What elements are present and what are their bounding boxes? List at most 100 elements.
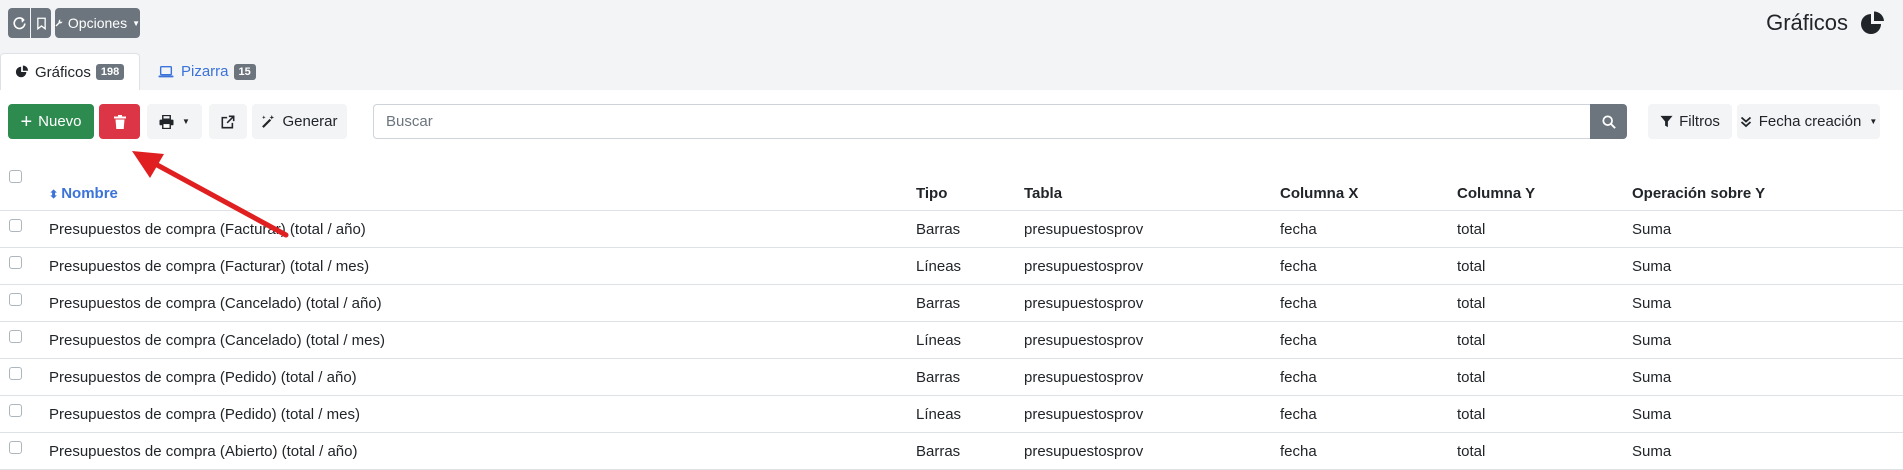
table-row[interactable]: Presupuestos de compra (Facturar) (total… bbox=[0, 210, 1903, 248]
tab-label: Gráficos bbox=[35, 63, 91, 81]
plus-icon: + bbox=[20, 110, 33, 133]
row-checkbox[interactable] bbox=[9, 256, 22, 269]
caret-down-icon: ▼ bbox=[132, 18, 140, 28]
caret-down-icon: ▼ bbox=[1869, 117, 1878, 126]
sort-icon: ⬍ bbox=[49, 189, 59, 201]
column-header-columna-x[interactable]: Columna X bbox=[1280, 162, 1457, 211]
cell-tipo: Barras bbox=[916, 210, 1024, 248]
sort-nombre-link[interactable]: ⬍ Nombre bbox=[49, 185, 118, 202]
cell-columna-y: total bbox=[1457, 432, 1632, 470]
charts-table: ⬍ Nombre Tipo Tabla Columna X Columna Y O… bbox=[0, 162, 1903, 470]
tab-count-badge: 198 bbox=[95, 64, 125, 80]
tab-pizarra[interactable]: Pizarra 15 bbox=[158, 53, 256, 90]
row-select-cell bbox=[0, 284, 49, 322]
cell-tipo: Líneas bbox=[916, 247, 1024, 285]
cell-nombre[interactable]: Presupuestos de compra (Cancelado) (tota… bbox=[49, 284, 916, 322]
table-row[interactable]: Presupuestos de compra (Abierto) (total … bbox=[0, 432, 1903, 470]
cell-operacion: Suma bbox=[1632, 358, 1903, 396]
cell-nombre[interactable]: Presupuestos de compra (Pedido) (total /… bbox=[49, 395, 916, 433]
cell-nombre[interactable]: Presupuestos de compra (Pedido) (total /… bbox=[49, 358, 916, 396]
cell-tabla: presupuestosprov bbox=[1024, 210, 1280, 248]
bookmark-button[interactable] bbox=[31, 8, 51, 38]
wrench-icon bbox=[55, 19, 63, 27]
column-label: Nombre bbox=[61, 185, 118, 202]
reload-button[interactable] bbox=[8, 8, 30, 38]
row-select-cell bbox=[0, 358, 49, 396]
search-button[interactable] bbox=[1590, 104, 1627, 139]
new-button[interactable]: + Nuevo bbox=[8, 104, 94, 139]
cell-tabla: presupuestosprov bbox=[1024, 432, 1280, 470]
top-bar bbox=[0, 0, 1903, 90]
select-all-checkbox[interactable] bbox=[9, 170, 22, 183]
search-input[interactable] bbox=[373, 104, 1590, 139]
row-select-cell bbox=[0, 210, 49, 248]
table-row[interactable]: Presupuestos de compra (Cancelado) (tota… bbox=[0, 284, 1903, 322]
cell-tabla: presupuestosprov bbox=[1024, 247, 1280, 285]
cell-tipo: Líneas bbox=[916, 395, 1024, 433]
column-header-tipo[interactable]: Tipo bbox=[916, 162, 1024, 211]
row-checkbox[interactable] bbox=[9, 293, 22, 306]
tab-graficos[interactable]: Gráficos 198 bbox=[0, 53, 140, 90]
pie-chart-icon bbox=[1861, 11, 1884, 34]
column-header-tabla[interactable]: Tabla bbox=[1024, 162, 1280, 211]
cell-columna-x: fecha bbox=[1280, 358, 1457, 396]
row-checkbox[interactable] bbox=[9, 219, 22, 232]
row-select-cell bbox=[0, 247, 49, 285]
cell-tipo: Barras bbox=[916, 432, 1024, 470]
filters-button[interactable]: Filtros bbox=[1648, 104, 1732, 139]
options-dropdown-button[interactable]: Opciones ▼ bbox=[55, 8, 140, 38]
sort-label: Fecha creación bbox=[1758, 113, 1862, 130]
cell-columna-x: fecha bbox=[1280, 395, 1457, 433]
cell-nombre[interactable]: Presupuestos de compra (Facturar) (total… bbox=[49, 210, 916, 248]
cell-columna-x: fecha bbox=[1280, 210, 1457, 248]
row-checkbox[interactable] bbox=[9, 330, 22, 343]
column-header-operacion[interactable]: Operación sobre Y bbox=[1632, 162, 1903, 211]
cell-columna-x: fecha bbox=[1280, 432, 1457, 470]
sort-dropdown-button[interactable]: Fecha creación ▼ bbox=[1737, 104, 1880, 139]
filter-icon bbox=[1660, 115, 1673, 128]
options-label: Opciones bbox=[67, 15, 128, 31]
pie-chart-icon bbox=[15, 65, 29, 78]
table-row[interactable]: Presupuestos de compra (Pedido) (total /… bbox=[0, 358, 1903, 396]
reload-icon bbox=[12, 16, 26, 29]
cell-tipo: Líneas bbox=[916, 321, 1024, 359]
table-row[interactable]: Presupuestos de compra (Facturar) (total… bbox=[0, 247, 1903, 285]
cell-tabla: presupuestosprov bbox=[1024, 395, 1280, 433]
page-title: Gráficos bbox=[1766, 10, 1848, 35]
column-header-columna-y[interactable]: Columna Y bbox=[1457, 162, 1632, 211]
table-row[interactable]: Presupuestos de compra (Pedido) (total /… bbox=[0, 395, 1903, 433]
new-label: Nuevo bbox=[38, 113, 82, 130]
double-chevron-down-icon bbox=[1740, 116, 1751, 127]
row-checkbox[interactable] bbox=[9, 441, 22, 454]
trash-icon bbox=[113, 114, 126, 129]
cell-tabla: presupuestosprov bbox=[1024, 321, 1280, 359]
filters-label: Filtros bbox=[1679, 113, 1720, 130]
bookmark-icon bbox=[36, 17, 46, 30]
row-select-cell bbox=[0, 432, 49, 470]
column-header-nombre[interactable]: ⬍ Nombre bbox=[49, 162, 916, 211]
cell-columna-x: fecha bbox=[1280, 284, 1457, 322]
table-row[interactable]: Presupuestos de compra (Cancelado) (tota… bbox=[0, 321, 1903, 359]
cell-nombre[interactable]: Presupuestos de compra (Facturar) (total… bbox=[49, 247, 916, 285]
cell-operacion: Suma bbox=[1632, 321, 1903, 359]
open-external-button[interactable] bbox=[209, 104, 247, 139]
caret-down-icon: ▼ bbox=[182, 117, 190, 126]
select-all-cell bbox=[0, 162, 49, 211]
table-header-row: ⬍ Nombre Tipo Tabla Columna X Columna Y O… bbox=[0, 162, 1903, 211]
cell-columna-y: total bbox=[1457, 358, 1632, 396]
row-checkbox[interactable] bbox=[9, 404, 22, 417]
cell-nombre[interactable]: Presupuestos de compra (Cancelado) (tota… bbox=[49, 321, 916, 359]
cell-columna-y: total bbox=[1457, 284, 1632, 322]
laptop-icon bbox=[158, 65, 174, 77]
print-dropdown-button[interactable]: ▼ bbox=[147, 104, 202, 139]
cell-nombre[interactable]: Presupuestos de compra (Abierto) (total … bbox=[49, 432, 916, 470]
delete-button[interactable] bbox=[99, 104, 140, 139]
row-checkbox[interactable] bbox=[9, 367, 22, 380]
tab-label: Pizarra bbox=[181, 63, 229, 80]
external-link-icon bbox=[221, 115, 235, 128]
cell-operacion: Suma bbox=[1632, 247, 1903, 285]
cell-tabla: presupuestosprov bbox=[1024, 358, 1280, 396]
generate-button[interactable]: Generar bbox=[252, 104, 347, 139]
cell-operacion: Suma bbox=[1632, 395, 1903, 433]
row-select-cell bbox=[0, 321, 49, 359]
